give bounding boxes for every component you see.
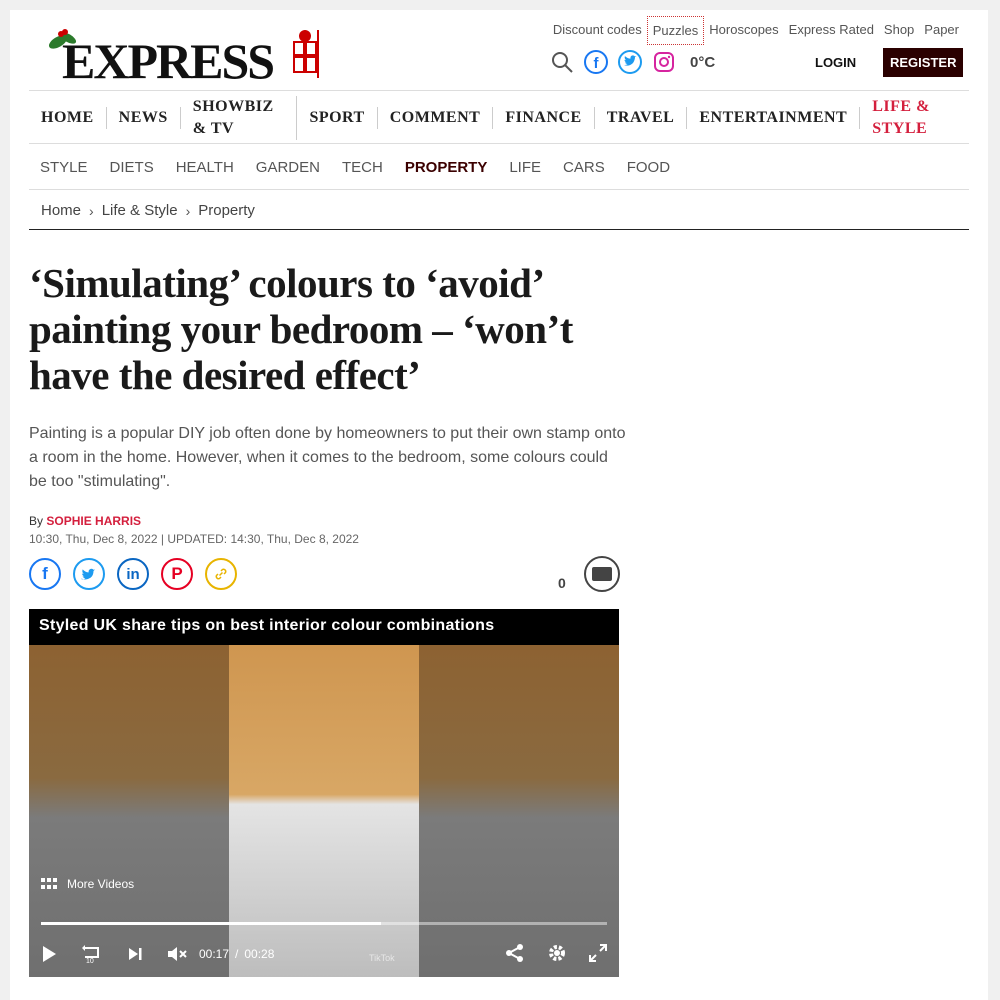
video-title: Styled UK share tips on best interior co… [29, 609, 619, 645]
toplink-puzzles[interactable]: Puzzles [646, 16, 705, 45]
video-controls: 10 00:17 / 00:28 [41, 941, 607, 967]
article-dates: 10:30, Thu, Dec 8, 2022 | UPDATED: 14:30… [29, 532, 359, 546]
grid-icon [41, 878, 57, 890]
subnav-tech[interactable]: TECH [331, 159, 394, 176]
comment-icon[interactable] [584, 556, 620, 592]
login-link[interactable]: LOGIN [815, 55, 856, 70]
nav-comment[interactable]: COMMENT [378, 106, 494, 129]
twitter-icon[interactable] [618, 50, 642, 74]
pinterest-icon[interactable]: P [161, 558, 193, 590]
author-link[interactable]: SOPHIE HARRIS [46, 514, 141, 528]
svg-text:f: f [594, 55, 600, 72]
chevron-right-icon: › [185, 202, 191, 219]
facebook-icon[interactable]: f [584, 50, 608, 74]
twitter-icon[interactable] [73, 558, 105, 590]
video-image-right [419, 645, 619, 977]
mute-icon[interactable] [167, 945, 189, 963]
facebook-icon[interactable]: f [29, 558, 61, 590]
subnav-food[interactable]: FOOD [616, 159, 681, 176]
top-links: Discount codes Puzzles Horoscopes Expres… [548, 16, 964, 45]
nav-travel[interactable]: TRAVEL [595, 106, 688, 129]
video-player[interactable]: Styled UK share tips on best interior co… [29, 609, 619, 977]
play-icon[interactable] [41, 945, 57, 963]
article-standfirst: Painting is a popular DIY job often done… [29, 425, 626, 490]
share-icon[interactable] [505, 943, 525, 966]
video-progress-fill [41, 922, 381, 925]
header-icons: f 0°C [550, 50, 715, 74]
subnav-life[interactable]: LIFE [498, 159, 552, 176]
svg-text:10: 10 [86, 958, 94, 964]
more-videos-label: More Videos [67, 877, 135, 891]
express-logo[interactable]: EXPRESS [46, 24, 336, 89]
video-image-center [229, 645, 419, 977]
video-controls-right [505, 943, 607, 966]
subnav-property[interactable]: PROPERTY [394, 159, 499, 176]
settings-gear-icon[interactable] [547, 943, 567, 966]
video-duration: 00:28 [244, 947, 275, 961]
share-bar: f in P [29, 558, 237, 590]
toplink-shop[interactable]: Shop [879, 16, 919, 45]
brand-name: EXPRESS [62, 33, 275, 89]
video-progress-bar[interactable] [41, 922, 607, 925]
nav-life-style[interactable]: LIFE & STYLE [860, 96, 969, 140]
toplink-horoscopes[interactable]: Horoscopes [704, 16, 783, 45]
nav-finance[interactable]: FINANCE [493, 106, 595, 129]
toplink-discount-codes[interactable]: Discount codes [548, 16, 647, 45]
main-nav: HOME NEWS SHOWBIZ & TV SPORT COMMENT FIN… [29, 91, 969, 144]
subnav-health[interactable]: HEALTH [165, 159, 245, 176]
nav-sport[interactable]: SPORT [297, 106, 378, 129]
crusader-icon [293, 30, 319, 78]
linkedin-icon[interactable]: in [117, 558, 149, 590]
time-separator: / [235, 947, 239, 961]
nav-home[interactable]: HOME [29, 106, 107, 129]
nav-showbiz-tv[interactable]: SHOWBIZ & TV [181, 95, 298, 140]
subnav-style[interactable]: STYLE [29, 159, 99, 176]
sub-nav: STYLE DIETS HEALTH GARDEN TECH PROPERTY … [29, 144, 681, 190]
nav-news[interactable]: NEWS [107, 106, 181, 129]
search-icon[interactable] [550, 50, 574, 74]
subnav-garden[interactable]: GARDEN [245, 159, 331, 176]
article-title: ‘Simulating’ colours to ‘avoid’ painting… [29, 260, 573, 398]
byline-prefix: By [29, 514, 44, 528]
nav-entertainment[interactable]: ENTERTAINMENT [687, 106, 861, 129]
comment-count[interactable]: 0 [558, 575, 566, 591]
subnav-diets[interactable]: DIETS [99, 159, 165, 176]
breadcrumb-property[interactable]: Property [198, 202, 255, 219]
breadcrumb-life-style[interactable]: Life & Style [102, 202, 178, 219]
rewind-10-icon[interactable]: 10 [81, 944, 103, 964]
video-image-left [29, 645, 229, 977]
link-icon[interactable] [205, 558, 237, 590]
video-frame[interactable]: More Videos TikTok 10 00:17 / 00:28 [29, 645, 619, 977]
breadcrumb-home[interactable]: Home [41, 202, 81, 219]
breadcrumb: Home › Life & Style › Property [41, 202, 255, 219]
fullscreen-icon[interactable] [589, 943, 607, 965]
divider [29, 189, 969, 190]
subnav-cars[interactable]: CARS [552, 159, 616, 176]
temperature: 0°C [690, 53, 716, 71]
chevron-right-icon: › [89, 202, 94, 219]
next-icon[interactable] [127, 946, 143, 962]
divider [29, 229, 969, 230]
page: EXPRESS Discount codes Puzzles Horoscope… [10, 10, 988, 1000]
toplink-express-rated[interactable]: Express Rated [784, 16, 879, 45]
more-videos-button[interactable]: More Videos [41, 877, 134, 891]
byline: By SOPHIE HARRIS [29, 514, 141, 528]
current-time: 00:17 [199, 947, 230, 961]
register-button[interactable]: REGISTER [883, 48, 964, 77]
instagram-icon[interactable] [652, 50, 676, 74]
toplink-paper[interactable]: Paper [919, 16, 964, 45]
